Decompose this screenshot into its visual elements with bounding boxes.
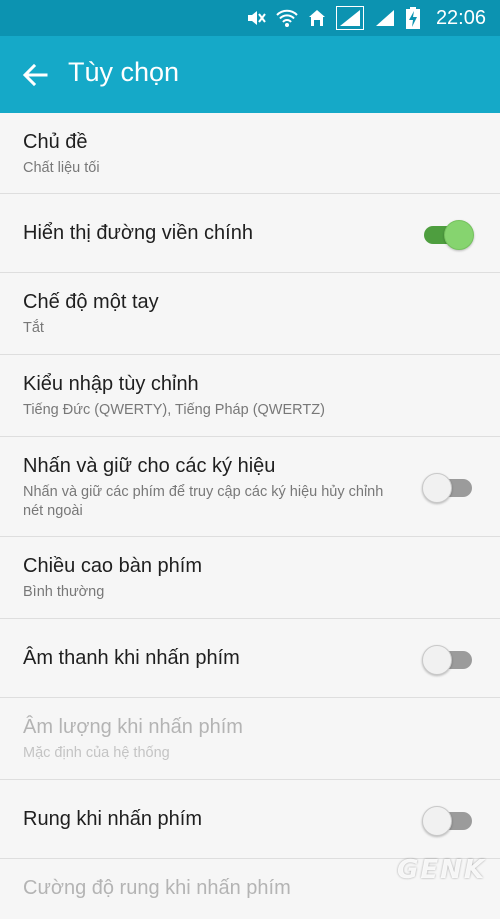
setting-key-volume: Âm lượng khi nhấn phím Mặc định của hệ t…: [0, 698, 500, 780]
setting-summary: Mặc định của hệ thống: [23, 745, 170, 761]
setting-title: Rung khi nhấn phím: [23, 808, 203, 830]
setting-summary: Tiếng Đức (QWERTY), Tiếng Pháp (QWERTZ): [23, 402, 325, 418]
setting-key-vibration[interactable]: Rung khi nhấn phím: [0, 780, 500, 859]
signal-icon: [374, 8, 396, 28]
toggle-thumb: [422, 473, 452, 503]
status-time: 22:06: [435, 6, 486, 29]
setting-title: Chế độ một tay: [23, 291, 159, 313]
setting-show-key-borders[interactable]: Hiển thị đường viền chính: [0, 194, 500, 273]
setting-title: Nhấn và giữ cho các ký hiệu: [23, 455, 276, 477]
setting-summary-line-2: nét ngoài: [23, 503, 83, 519]
settings-list: Chủ đề Chất liệu tối Hiển thị đường viền…: [0, 113, 500, 919]
status-icons: 22:06: [246, 0, 486, 36]
setting-custom-input-type[interactable]: Kiểu nhập tùy chỉnh Tiếng Đức (QWERTY), …: [0, 355, 500, 437]
setting-summary: Bình thường: [23, 584, 105, 600]
arrow-left-icon: [20, 63, 50, 94]
toggle-thumb: [444, 220, 474, 250]
toggle-switch[interactable]: [422, 473, 474, 503]
genk-watermark: GENK: [396, 855, 486, 885]
setting-title: Hiển thị đường viền chính: [23, 222, 253, 244]
setting-title: Chiều cao bàn phím: [23, 555, 203, 577]
setting-long-press-symbols[interactable]: Nhấn và giữ cho các ký hiệu Nhấn và giữ …: [0, 437, 500, 537]
setting-keyboard-height[interactable]: Chiều cao bàn phím Bình thường: [0, 537, 500, 619]
signal-icon: [335, 6, 364, 30]
toggle-thumb: [422, 806, 452, 836]
toggle-switch[interactable]: [422, 645, 474, 675]
toggle-thumb: [422, 645, 452, 675]
setting-key-sound[interactable]: Âm thanh khi nhấn phím: [0, 619, 500, 698]
status-bar: 22:06: [0, 0, 500, 36]
setting-title: Âm lượng khi nhấn phím: [23, 716, 243, 738]
battery-charging-icon: [405, 7, 420, 29]
home-sync-icon: [308, 9, 326, 27]
setting-title: Chủ đề: [23, 131, 88, 153]
setting-one-hand-mode[interactable]: Chế độ một tay Tắt: [0, 273, 500, 355]
setting-summary-line-1: Nhấn và giữ các phím để truy cập các ký …: [23, 484, 384, 500]
toggle-switch[interactable]: [422, 220, 474, 250]
page-title: Tùy chọn: [68, 57, 180, 87]
wifi-icon: [276, 8, 298, 28]
setting-title: Âm thanh khi nhấn phím: [23, 647, 240, 669]
mute-icon: [246, 9, 266, 27]
setting-title: Kiểu nhập tùy chỉnh: [23, 373, 199, 395]
app-bar: Tùy chọn: [0, 36, 500, 113]
toggle-switch[interactable]: [422, 806, 474, 836]
back-button[interactable]: [20, 60, 50, 90]
setting-summary: Chất liệu tối: [23, 160, 100, 176]
setting-summary: Tắt: [23, 320, 44, 336]
setting-theme[interactable]: Chủ đề Chất liệu tối: [0, 113, 500, 194]
